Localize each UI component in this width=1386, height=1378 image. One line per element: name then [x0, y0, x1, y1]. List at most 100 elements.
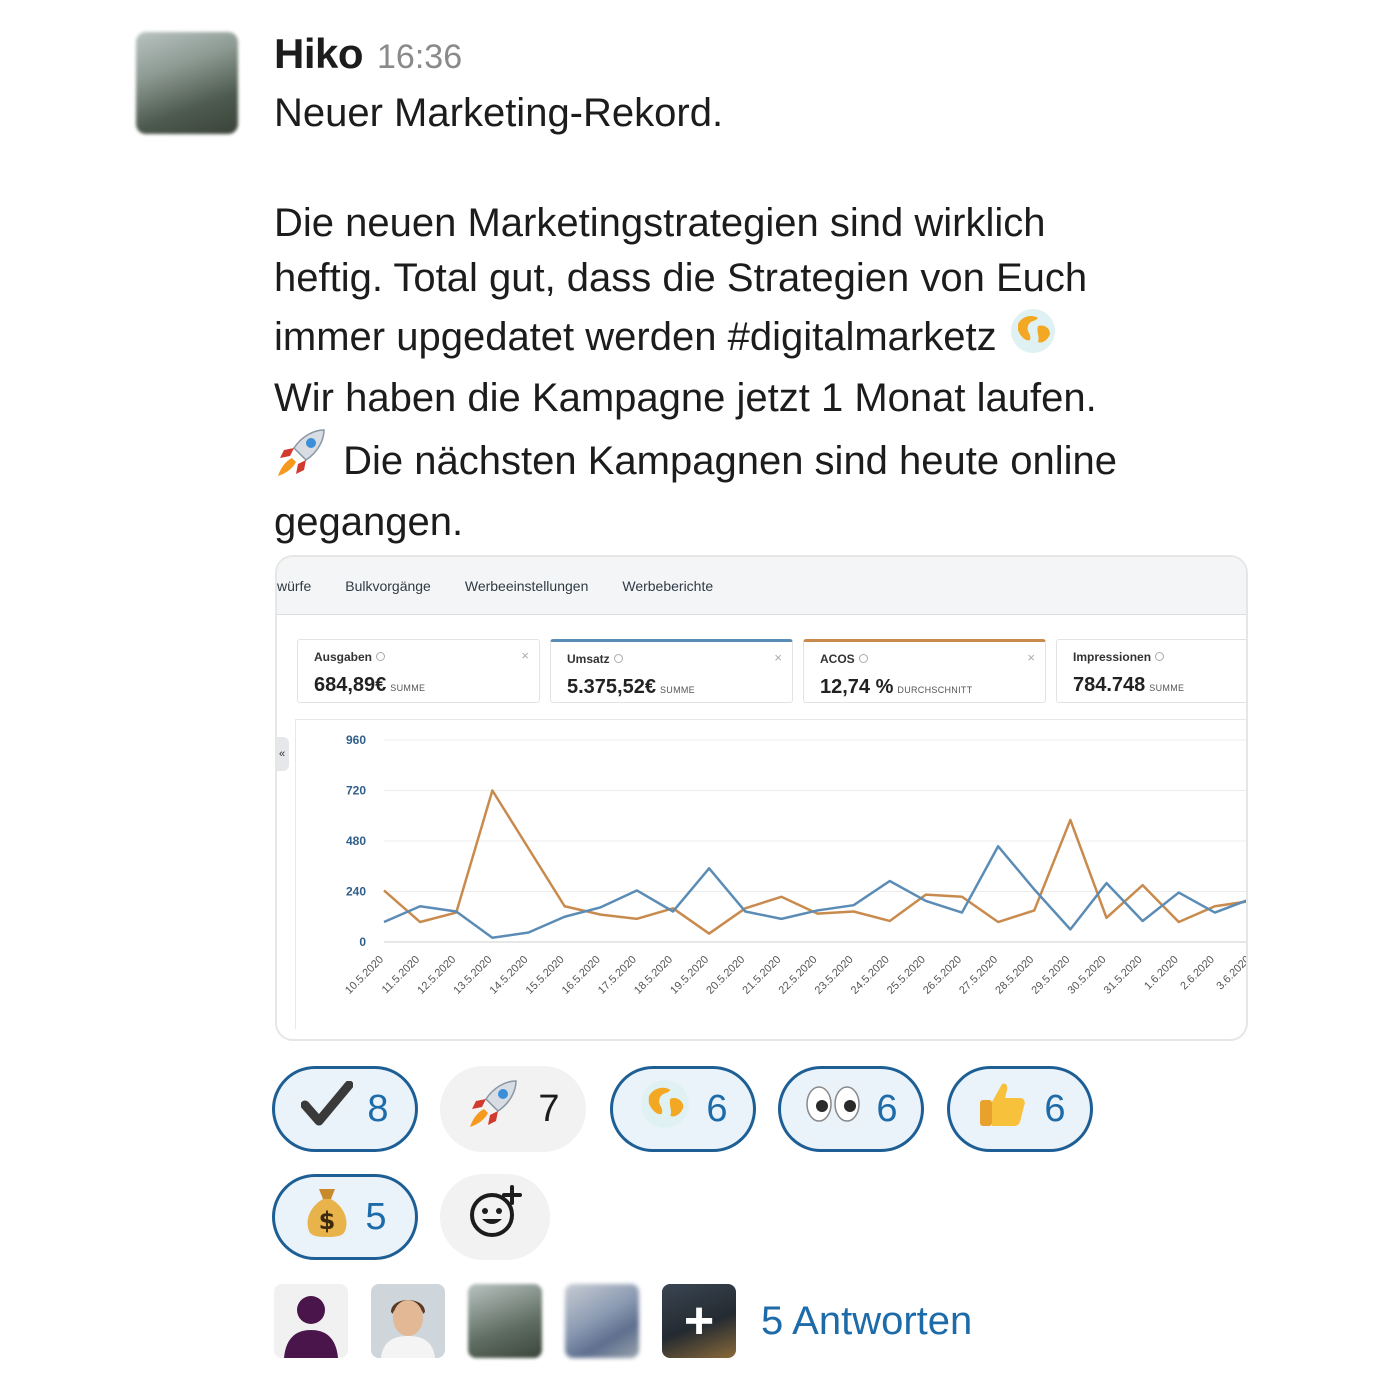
nav-item: Werbeeinstellungen — [464, 577, 589, 594]
x-tick-label: 12.5.2020 — [415, 954, 458, 997]
x-tick-label: 10.5.2020 — [343, 954, 386, 997]
metric-label: Impressionen — [1073, 650, 1152, 664]
reaction-count: 6 — [706, 1087, 728, 1130]
thumbs-up-icon — [974, 1076, 1030, 1142]
close-icon: × — [1027, 650, 1035, 665]
reply-avatar[interactable] — [371, 1284, 445, 1358]
add-reaction-icon — [466, 1183, 524, 1251]
reaction-check[interactable]: 8 — [272, 1066, 418, 1152]
chart-area: 0 240 480 720 960 10.5.2020 11.5.2020 12.5.2020… — [295, 719, 1248, 1029]
info-icon — [376, 652, 386, 661]
info-icon — [613, 654, 623, 663]
x-tick-label: 15.5.2020 — [524, 954, 567, 997]
close-icon: × — [774, 650, 782, 665]
message-line-text: Die nächsten Kampagnen sind heute online — [343, 439, 1118, 483]
y-tick-label: 240 — [346, 885, 366, 899]
message-header: Hiko 16:36 — [274, 30, 1274, 86]
reply-avatar[interactable] — [565, 1284, 639, 1358]
info-icon — [1155, 652, 1165, 661]
nav-item: Bulkvorgänge — [345, 577, 431, 594]
x-tick-label: 29.5.2020 — [1029, 954, 1072, 997]
x-tick-label: 22.5.2020 — [777, 954, 820, 997]
add-reaction-button[interactable] — [440, 1174, 550, 1260]
metric-unit: DURCHSCHNITT — [897, 685, 973, 695]
reaction-money-bag[interactable]: $ 5 — [272, 1174, 418, 1260]
nav-item: Werbeberichte — [622, 577, 714, 594]
sender-name[interactable]: Hiko — [274, 30, 364, 78]
sender-avatar[interactable] — [136, 32, 238, 134]
message-line: Neuer Marketing-Rekord. — [274, 91, 724, 135]
message-line: Die neuen Marketingstrategien sind wirkl… — [274, 201, 1046, 245]
rocket-icon — [466, 1077, 524, 1141]
reaction-count: 8 — [367, 1087, 389, 1130]
metric-cards: Ausgaben × 684,89€ SUMME Umsatz × 5.375,5… — [297, 639, 1246, 703]
y-tick-label: 480 — [346, 834, 366, 848]
message-line: Wir haben die Kampagne jetzt 1 Monat lau… — [274, 376, 1097, 420]
reaction-count: 6 — [1044, 1087, 1066, 1130]
attachment-image[interactable]: würfe Bulkvorgänge Werbeeinstellungen We… — [275, 555, 1248, 1041]
reaction-count: 5 — [365, 1195, 387, 1238]
message-line: immer upgedatet werden #digitalmarketz — [274, 306, 1274, 371]
x-tick-label: 21.5.2020 — [740, 954, 783, 997]
metric-card-umsatz: Umsatz × 5.375,52€ SUMME — [550, 639, 793, 703]
replies-link[interactable]: 5 Antworten — [761, 1299, 972, 1344]
y-tick-label: 0 — [359, 935, 366, 949]
reply-avatar[interactable] — [468, 1284, 542, 1358]
reaction-thumbs-up[interactable]: 6 — [947, 1066, 1093, 1152]
x-tick-label: 28.5.2020 — [993, 954, 1036, 997]
collapse-sidebar-icon: « — [277, 737, 289, 771]
reaction-rocket[interactable]: 7 — [440, 1066, 586, 1152]
metric-unit: SUMME — [1149, 683, 1185, 693]
x-tick-label: 14.5.2020 — [488, 954, 531, 997]
x-tick-label: 3.6.2020 — [1214, 954, 1248, 993]
reaction-globe[interactable]: 6 — [610, 1066, 756, 1152]
money-bag-icon: $ — [303, 1185, 351, 1249]
x-tick-label: 16.5.2020 — [560, 954, 603, 997]
series-line — [383, 845, 1246, 940]
y-tick-label: 720 — [346, 784, 366, 798]
metric-card-impressionen: Impressionen 784.748 SUMME — [1056, 639, 1246, 703]
rocket-icon — [274, 426, 332, 495]
x-tick-label: 30.5.2020 — [1066, 954, 1109, 997]
metric-unit: SUMME — [659, 685, 695, 695]
check-icon — [300, 1080, 354, 1137]
close-icon: × — [521, 648, 529, 663]
thread-replies[interactable]: + 5 Antworten — [274, 1284, 972, 1358]
reply-avatar[interactable] — [274, 1284, 348, 1358]
metric-label: ACOS — [820, 652, 855, 666]
x-tick-label: 1.6.2020 — [1142, 954, 1181, 993]
x-tick-label: 2.6.2020 — [1178, 954, 1217, 993]
x-tick-label: 27.5.2020 — [957, 954, 1000, 997]
globe-icon — [638, 1077, 692, 1141]
series-line — [383, 789, 1246, 935]
metric-value: 684,89€ — [314, 674, 387, 696]
metric-value: 5.375,52€ — [567, 676, 656, 698]
metric-label: Umsatz — [567, 652, 610, 666]
metric-card-acos: ACOS × 12,74 % DURCHSCHNITT — [803, 639, 1046, 703]
x-tick-label: 20.5.2020 — [704, 954, 747, 997]
metric-value: 12,74 % — [820, 676, 894, 698]
x-tick-label: 13.5.2020 — [451, 954, 494, 997]
plus-icon: + — [683, 1292, 715, 1350]
x-tick-label: 24.5.2020 — [849, 954, 892, 997]
metric-label: Ausgaben — [314, 650, 373, 664]
y-tick-label: 960 — [346, 733, 366, 747]
line-chart: 024048072096010.5.202011.5.202012.5.2020… — [343, 733, 1248, 997]
x-tick-label: 23.5.2020 — [813, 954, 856, 997]
globe-icon — [1008, 306, 1058, 371]
message-timestamp[interactable]: 16:36 — [377, 38, 462, 77]
message-line: Die nächsten Kampagnen sind heute online — [274, 426, 1274, 495]
message-line-text: immer upgedatet werden #digitalmarketz — [274, 315, 997, 359]
reaction-eyes[interactable]: 6 — [778, 1066, 924, 1152]
reaction-count: 7 — [538, 1087, 560, 1130]
x-tick-label: 19.5.2020 — [668, 954, 711, 997]
message: Hiko 16:36 Neuer Marketing-Rekord. Die n… — [274, 30, 1274, 550]
metric-card-ausgaben: Ausgaben × 684,89€ SUMME — [297, 639, 540, 703]
info-icon — [858, 654, 868, 663]
more-replies-avatar[interactable]: + — [662, 1284, 736, 1358]
card-nav: würfe Bulkvorgänge Werbeeinstellungen We… — [277, 557, 1246, 615]
nav-item: würfe — [277, 577, 312, 594]
x-tick-label: 26.5.2020 — [921, 954, 964, 997]
x-tick-label: 25.5.2020 — [885, 954, 928, 997]
x-tick-label: 18.5.2020 — [632, 954, 675, 997]
